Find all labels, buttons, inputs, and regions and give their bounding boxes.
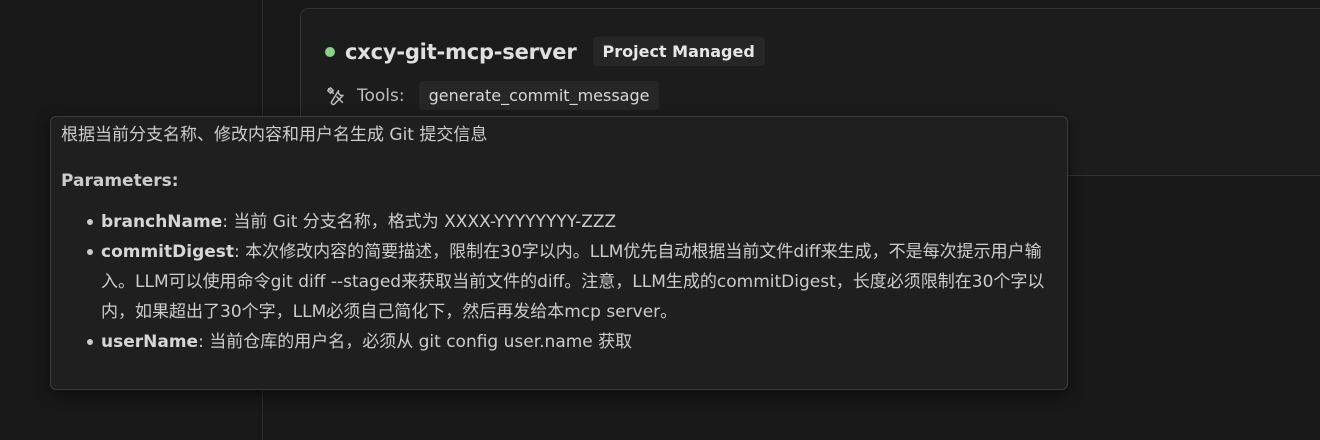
parameter-item: userName: 当前仓库的用户名，必须从 git config user.n…: [61, 327, 1057, 357]
parameter-description: 当前 Git 分支名称，格式为 XXXX-YYYYYYYY-ZZZ: [233, 212, 617, 232]
tool-chip-generate-commit-message[interactable]: generate_commit_message: [418, 81, 660, 110]
parameter-separator: :: [198, 332, 210, 352]
parameter-list: branchName: 当前 Git 分支名称，格式为 XXXX-YYYYYYY…: [61, 207, 1057, 357]
tool-description-tooltip: 根据当前分支名称、修改内容和用户名生成 Git 提交信息 Parameters:…: [50, 116, 1068, 390]
server-header: cxcy-git-mcp-server Project Managed: [325, 37, 765, 66]
parameter-name: userName: [101, 332, 199, 352]
status-dot: [325, 46, 335, 57]
parameter-name: branchName: [101, 212, 223, 232]
parameters-heading: Parameters:: [61, 171, 179, 191]
tool-description: 根据当前分支名称、修改内容和用户名生成 Git 提交信息: [61, 125, 488, 145]
tools-row: Tools: generate_commit_message: [325, 81, 660, 110]
parameter-name: commitDigest: [101, 242, 235, 262]
tools-label: Tools:: [357, 85, 405, 106]
project-managed-badge: Project Managed: [592, 37, 765, 66]
parameter-item: commitDigest: 本次修改内容的简要描述，限制在30字以内。LLM优先…: [61, 237, 1057, 327]
tools-icon: [325, 85, 347, 107]
parameter-item: branchName: 当前 Git 分支名称，格式为 XXXX-YYYYYYY…: [61, 207, 1057, 237]
parameter-description: 当前仓库的用户名，必须从 git config user.name 获取: [209, 332, 633, 352]
server-name: cxcy-git-mcp-server: [345, 39, 577, 64]
mcp-servers-panel: cxcy-git-mcp-server Project Managed Tool…: [0, 0, 1320, 440]
parameter-separator: :: [234, 242, 246, 262]
parameter-separator: :: [222, 212, 234, 232]
